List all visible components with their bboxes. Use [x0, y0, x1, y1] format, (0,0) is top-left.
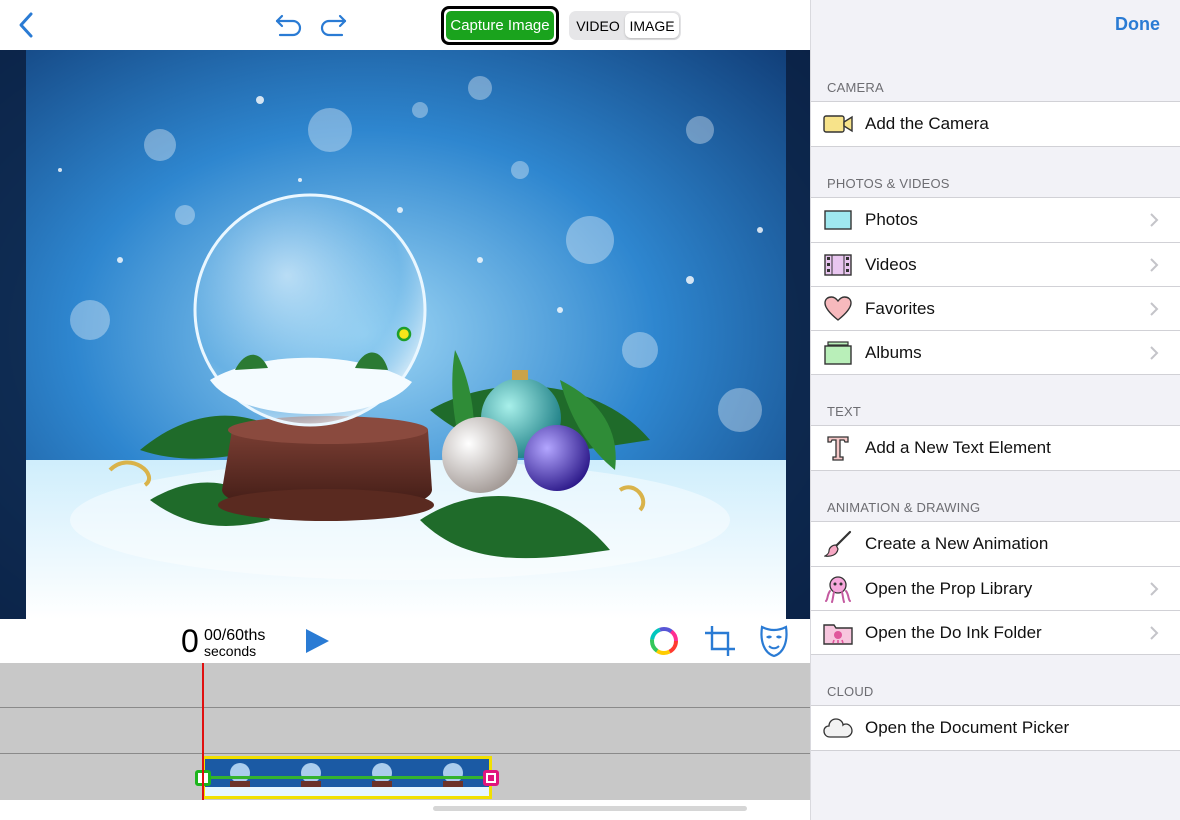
timeline-track-2[interactable] — [0, 709, 810, 754]
playhead[interactable] — [202, 663, 204, 800]
row-label: Add the Camera — [865, 114, 989, 133]
row-label: Create a New Animation — [865, 534, 1049, 553]
playback-controls: 0 00/60ths seconds — [0, 619, 810, 663]
timeline[interactable] — [0, 663, 810, 800]
chevron-right-icon — [1150, 213, 1159, 227]
editor-area: Capture Image VIDEO IMAGE 0 00/60ths sec… — [0, 0, 810, 820]
undo-icon — [275, 14, 302, 37]
clip-duration-line — [202, 776, 492, 779]
octopus-icon — [823, 574, 853, 604]
cloud-icon — [823, 713, 853, 743]
row-label: Open the Do Ink Folder — [865, 622, 1042, 642]
row-prop-library[interactable]: Open the Prop Library — [811, 566, 1180, 610]
play-button[interactable] — [303, 628, 331, 654]
play-icon — [306, 629, 329, 653]
row-videos[interactable]: Videos — [811, 242, 1180, 286]
redo-icon — [320, 14, 347, 37]
time-unit-label: seconds — [204, 643, 257, 659]
section-title-camera: CAMERA — [827, 80, 884, 95]
add-media-panel: Done CAMERA Add the Camera PHOTOS & VIDE… — [810, 0, 1180, 820]
row-document-picker[interactable]: Open the Document Picker — [811, 706, 1180, 750]
mode-video-tab[interactable]: VIDEO — [571, 13, 625, 38]
mode-segmented-control: VIDEO IMAGE — [569, 11, 681, 40]
clip-end-handle[interactable] — [483, 770, 499, 786]
row-new-animation[interactable]: Create a New Animation — [811, 522, 1180, 566]
row-label: Favorites — [865, 298, 935, 318]
section-text: Add a New Text Element — [811, 425, 1180, 471]
section-cloud: Open the Document Picker — [811, 705, 1180, 751]
row-label: Open the Prop Library — [865, 578, 1033, 598]
chevron-right-icon — [1150, 258, 1159, 272]
section-title-cloud: CLOUD — [827, 684, 874, 699]
row-label: Videos — [865, 254, 917, 274]
chevron-left-icon — [19, 12, 33, 38]
crop-icon — [705, 626, 735, 656]
row-label: Open the Document Picker — [865, 718, 1070, 737]
brush-icon — [823, 529, 853, 559]
mask-button[interactable] — [758, 623, 790, 659]
mask-icon — [760, 625, 788, 658]
undo-button[interactable] — [274, 12, 304, 38]
top-toolbar: Capture Image VIDEO IMAGE — [0, 0, 810, 50]
chevron-right-icon — [1150, 626, 1159, 640]
color-wheel-button[interactable] — [648, 625, 680, 657]
chevron-right-icon — [1150, 346, 1159, 360]
home-indicator — [433, 806, 747, 811]
color-wheel-icon — [650, 627, 678, 655]
row-do-ink-folder[interactable]: Open the Do Ink Folder — [811, 610, 1180, 654]
row-add-camera[interactable]: Add the Camera — [811, 102, 1180, 146]
chevron-right-icon — [1150, 302, 1159, 316]
row-albums[interactable]: Albums — [811, 330, 1180, 374]
chevron-right-icon — [1150, 582, 1159, 596]
back-button[interactable] — [14, 11, 40, 39]
done-button[interactable]: Done — [1115, 14, 1160, 35]
redo-button[interactable] — [318, 12, 348, 38]
row-label: Add a New Text Element — [865, 438, 1051, 457]
section-camera: Add the Camera — [811, 101, 1180, 147]
mode-image-tab[interactable]: IMAGE — [625, 13, 679, 38]
text-t-icon — [823, 433, 853, 463]
timeline-track-1[interactable] — [0, 663, 810, 708]
heart-icon — [823, 294, 853, 324]
section-animation-drawing: Create a New Animation Open the Prop Lib… — [811, 521, 1180, 655]
section-photos-videos: Photos Videos Favorites Albums — [811, 197, 1180, 375]
camera-icon — [823, 109, 853, 139]
film-icon — [823, 250, 853, 280]
folder-icon — [823, 618, 853, 648]
photos-icon — [823, 205, 853, 235]
row-add-text[interactable]: Add a New Text Element — [811, 426, 1180, 470]
snow-globe-image — [0, 50, 810, 619]
section-title-photos-videos: PHOTOS & VIDEOS — [827, 176, 950, 191]
capture-image-label: Capture Image — [446, 11, 554, 40]
time-seconds-value: 0 — [181, 623, 199, 659]
control-point[interactable] — [396, 326, 412, 342]
section-title-animation: ANIMATION & DRAWING — [827, 500, 981, 515]
albums-icon — [823, 338, 853, 368]
row-photos[interactable]: Photos — [811, 198, 1180, 242]
app-root: Capture Image VIDEO IMAGE 0 00/60ths sec… — [0, 0, 1180, 820]
crop-button[interactable] — [703, 624, 737, 658]
row-label: Photos — [865, 210, 918, 229]
capture-image-button[interactable]: Capture Image — [441, 6, 559, 45]
row-label: Albums — [865, 342, 922, 362]
canvas-preview[interactable] — [0, 50, 810, 619]
row-favorites[interactable]: Favorites — [811, 286, 1180, 330]
section-title-text: TEXT — [827, 404, 862, 419]
